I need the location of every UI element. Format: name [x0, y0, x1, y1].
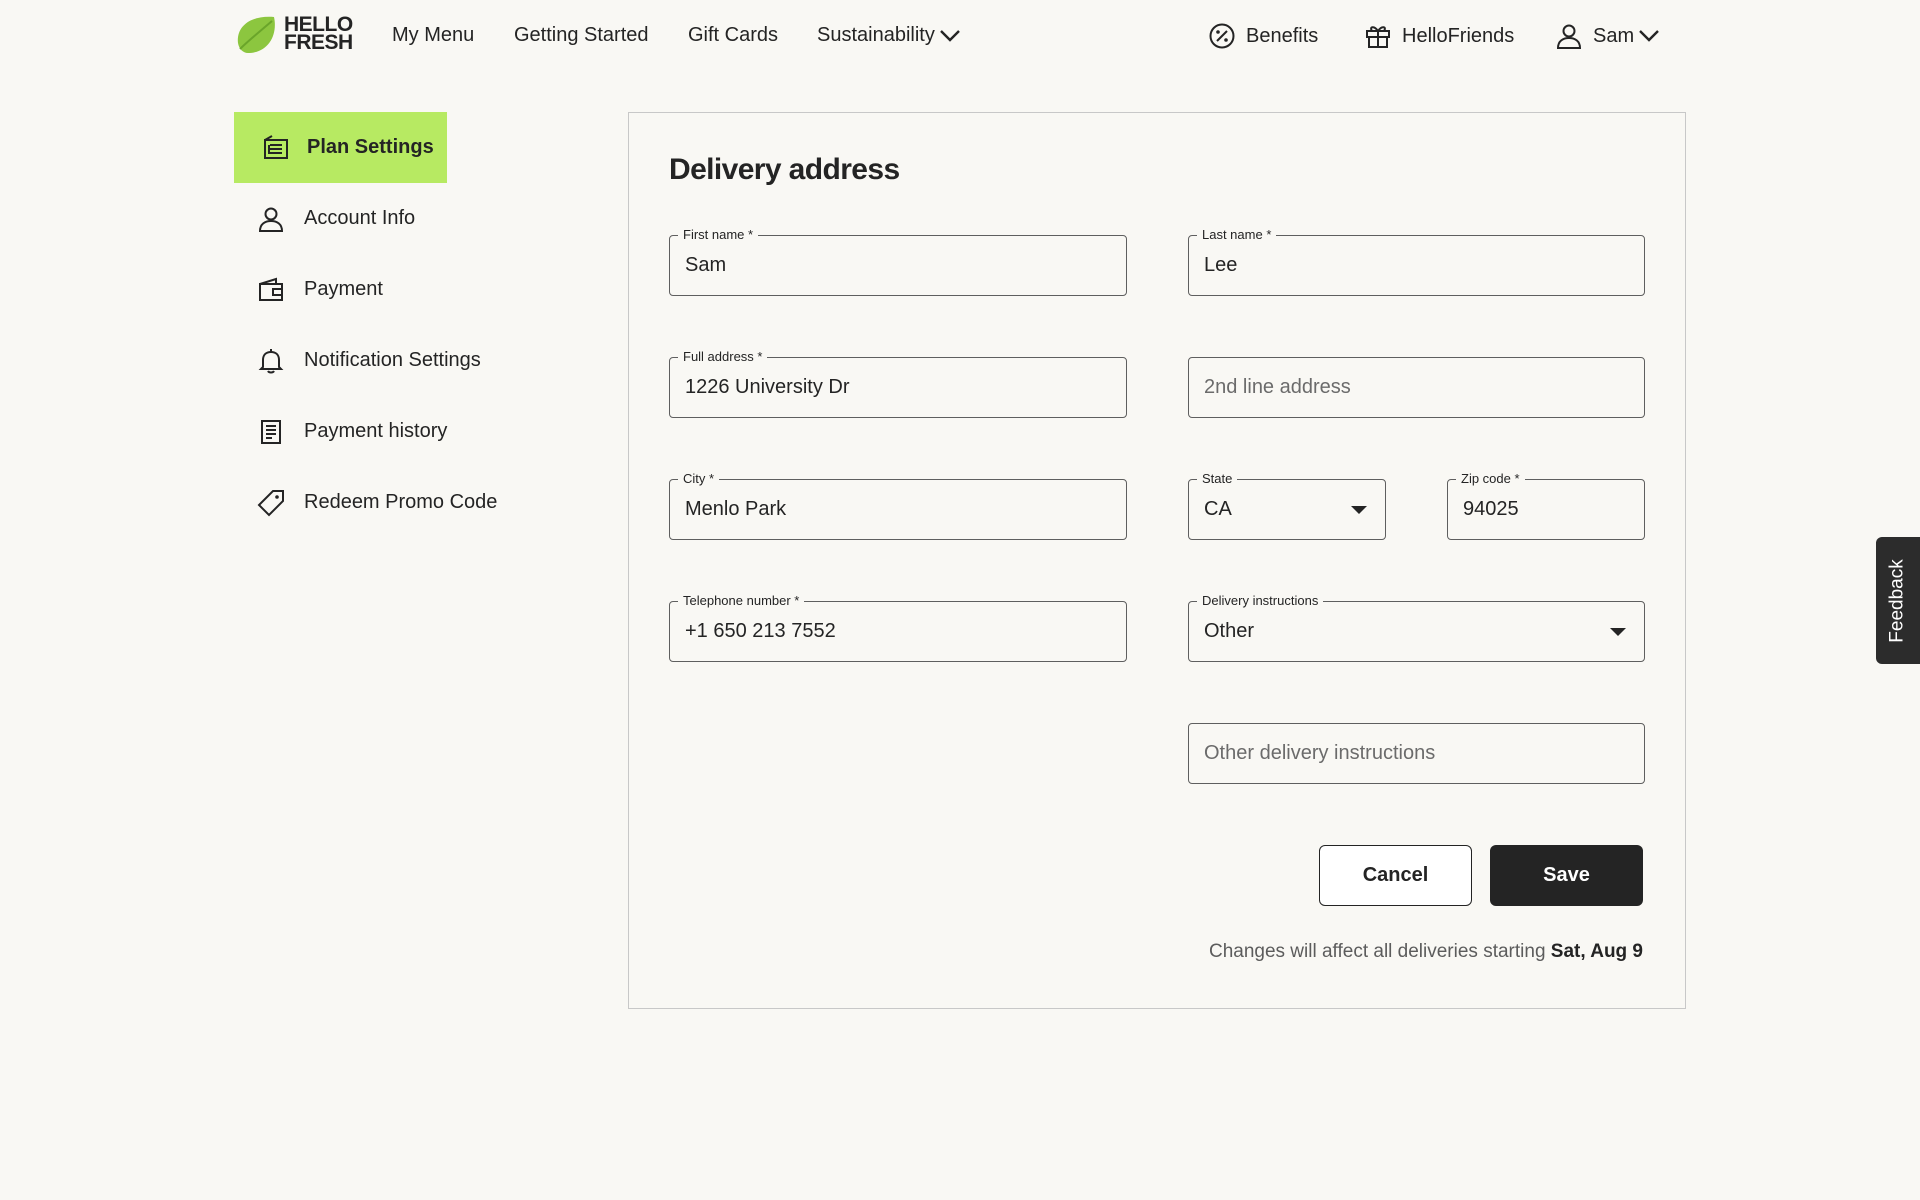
full-address-input[interactable]	[685, 358, 1111, 417]
delivery-instructions-select[interactable]: Delivery instructions Other	[1188, 593, 1645, 662]
sidebar-item-label: Plan Settings	[307, 136, 434, 158]
page-title: Delivery address	[669, 153, 900, 186]
percent-badge-icon	[1209, 23, 1235, 49]
leaf-logo-icon	[237, 16, 275, 54]
state-select[interactable]: State CA	[1188, 471, 1386, 540]
chevron-down-icon	[1639, 30, 1659, 42]
sidebar-item-label: Payment	[304, 278, 383, 300]
other-instructions-field	[1188, 723, 1645, 784]
zip-code-input[interactable]	[1463, 480, 1629, 539]
sidebar-item-label: Payment history	[304, 420, 448, 442]
delivery-instructions-value: Other	[1204, 620, 1255, 642]
logo-wordmark: HELLO FRESH	[284, 13, 353, 54]
bell-icon	[256, 346, 286, 376]
nav-sustainability-label: Sustainability	[817, 24, 935, 46]
caret-down-icon	[1610, 628, 1626, 636]
last-name-field: Last name *	[1188, 227, 1645, 296]
plan-settings-icon	[261, 133, 291, 163]
telephone-input[interactable]	[685, 602, 1111, 661]
address-line2-field	[1188, 357, 1645, 418]
state-label: State	[1197, 471, 1238, 487]
zip-code-field: Zip code *	[1447, 471, 1645, 540]
chevron-down-icon	[939, 29, 960, 42]
first-name-input[interactable]	[685, 236, 1111, 295]
state-value: CA	[1204, 498, 1232, 520]
last-name-input[interactable]	[1204, 236, 1629, 295]
gift-icon	[1366, 26, 1390, 48]
feedback-tab[interactable]: Feedback	[1876, 537, 1920, 664]
nav-my-menu[interactable]: My Menu	[392, 24, 474, 47]
nav-benefits-label: Benefits	[1246, 24, 1319, 47]
nav-hellofriends[interactable]: HelloFriends	[1364, 22, 1514, 50]
top-navigation: HELLO FRESH My Menu Getting Started Gift…	[0, 0, 1920, 72]
sidebar-item-redeem-promo-code[interactable]: Redeem Promo Code	[234, 467, 554, 538]
first-name-field: First name *	[669, 227, 1127, 296]
person-icon	[256, 204, 286, 234]
sidebar-item-account-info[interactable]: Account Info	[234, 183, 554, 254]
sidebar-item-label: Account Info	[304, 207, 416, 229]
feedback-label: Feedback	[1887, 558, 1909, 643]
note-date: Sat, Aug 9	[1550, 941, 1643, 962]
user-menu[interactable]: Sam	[1555, 22, 1660, 50]
tag-icon	[256, 488, 286, 518]
other-instructions-input[interactable]	[1204, 724, 1629, 783]
cancel-button[interactable]: Cancel	[1319, 845, 1472, 906]
nav-getting-started[interactable]: Getting Started	[514, 24, 649, 47]
caret-down-icon	[1351, 506, 1367, 514]
nav-hellofriends-label: HelloFriends	[1402, 24, 1515, 47]
telephone-field: Telephone number *	[669, 593, 1127, 662]
hellofresh-logo[interactable]: HELLO FRESH	[234, 13, 354, 55]
sidebar-item-label: Redeem Promo Code	[304, 491, 498, 513]
nav-benefits[interactable]: Benefits	[1208, 22, 1318, 50]
nav-gift-cards[interactable]: Gift Cards	[688, 24, 778, 47]
city-field: City *	[669, 471, 1127, 540]
nav-sustainability[interactable]: Sustainability	[817, 24, 961, 47]
save-button[interactable]: Save	[1490, 845, 1643, 906]
wallet-icon	[256, 275, 286, 305]
full-address-field: Full address *	[669, 349, 1127, 418]
person-icon	[1556, 24, 1582, 49]
sidebar-item-label: Notification Settings	[304, 349, 481, 371]
user-name: Sam	[1593, 24, 1635, 47]
sidebar-item-payment[interactable]: Payment	[234, 254, 554, 325]
sidebar-item-payment-history[interactable]: Payment history	[234, 396, 554, 467]
sidebar-item-notification-settings[interactable]: Notification Settings	[234, 325, 554, 396]
delivery-instructions-label: Delivery instructions	[1197, 593, 1324, 609]
delivery-address-card: Delivery address First name * Last name …	[628, 112, 1686, 1009]
delivery-change-note: Changes will affect all deliveries start…	[1209, 941, 1643, 963]
sidebar-item-plan-settings[interactable]: Plan Settings	[234, 112, 447, 183]
receipt-icon	[256, 417, 286, 447]
city-input[interactable]	[685, 480, 1111, 539]
address-line2-input[interactable]	[1204, 358, 1629, 417]
account-sidebar: Plan Settings Account Info Payment Notif…	[234, 112, 554, 538]
note-text: Changes will affect all deliveries start…	[1208, 941, 1551, 962]
